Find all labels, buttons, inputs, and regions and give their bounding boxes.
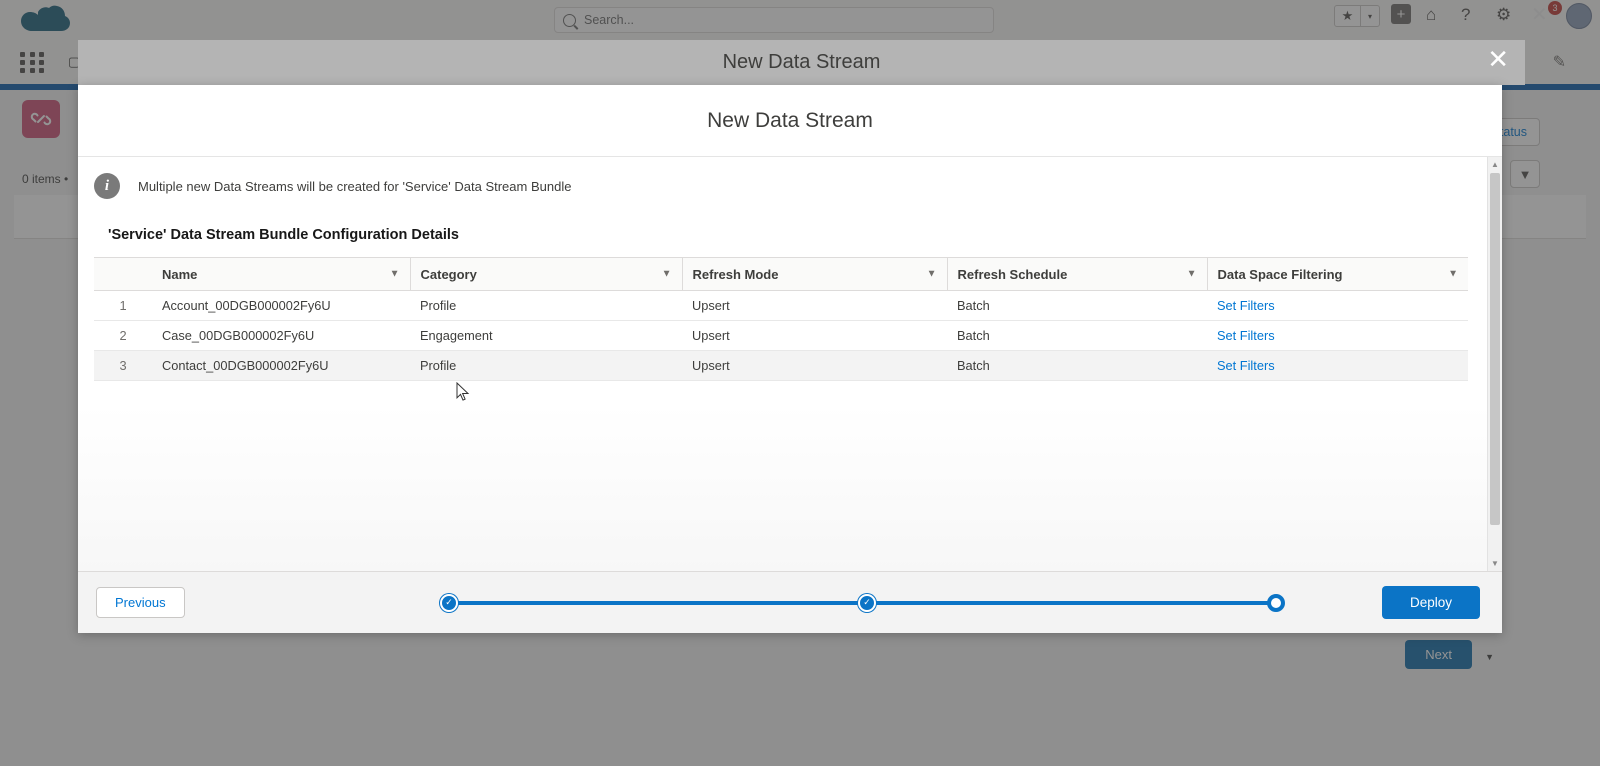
row-index: 3 bbox=[94, 350, 152, 381]
cell-refresh-schedule: Batch bbox=[947, 290, 1207, 321]
overlay-title: New Data Stream bbox=[722, 51, 881, 73]
close-icon[interactable]: ✕ bbox=[1487, 46, 1509, 72]
set-filters-link[interactable]: Set Filters bbox=[1217, 358, 1275, 373]
cell-refresh-mode: Upsert bbox=[682, 320, 947, 351]
info-banner: i Multiple new Data Streams will be crea… bbox=[94, 157, 1484, 205]
chevron-down-icon[interactable]: ▼ bbox=[390, 269, 400, 280]
column-header-name[interactable]: Name ▼ bbox=[152, 257, 411, 291]
row-index: 1 bbox=[94, 290, 152, 321]
chevron-down-icon[interactable]: ▼ bbox=[927, 269, 937, 280]
cell-refresh-mode: Upsert bbox=[682, 290, 947, 321]
progress-step-3[interactable] bbox=[1267, 593, 1285, 612]
cell-name: Contact_00DGB000002Fy6U bbox=[152, 350, 410, 381]
column-header-data-space-filtering[interactable]: Data Space Filtering ▼ bbox=[1207, 257, 1468, 291]
cell-refresh-mode: Upsert bbox=[682, 350, 947, 381]
table-row[interactable]: 2 Case_00DGB000002Fy6U Engagement Upsert… bbox=[94, 320, 1468, 351]
section-title: 'Service' Data Stream Bundle Configurati… bbox=[108, 227, 459, 243]
modal-header: New Data Stream bbox=[78, 85, 1502, 157]
info-message: Multiple new Data Streams will be create… bbox=[138, 178, 572, 194]
progress-step-1[interactable]: ✓ bbox=[440, 593, 458, 612]
mouse-cursor bbox=[456, 382, 470, 401]
chevron-down-icon[interactable]: ▼ bbox=[1448, 269, 1458, 280]
new-data-stream-modal: New Data Stream i Multiple new Data Stre… bbox=[78, 85, 1502, 633]
table-header-row: Name ▼ Category ▼ Refresh Mode ▼ Refresh… bbox=[94, 257, 1468, 291]
cell-name: Account_00DGB000002Fy6U bbox=[152, 290, 410, 321]
chevron-down-icon[interactable]: ▼ bbox=[662, 269, 672, 280]
column-header-refresh-schedule[interactable]: Refresh Schedule ▼ bbox=[947, 257, 1208, 291]
cell-data-space-filtering: Set Filters bbox=[1207, 290, 1468, 321]
deploy-button[interactable]: Deploy bbox=[1381, 586, 1480, 619]
chevron-down-icon[interactable]: ▼ bbox=[1187, 269, 1197, 280]
cell-category: Profile bbox=[410, 350, 682, 381]
scrollbar-thumb[interactable] bbox=[1490, 173, 1500, 525]
modal-scrollbar[interactable]: ▲ ▼ bbox=[1487, 157, 1502, 571]
cell-data-space-filtering: Set Filters bbox=[1207, 350, 1468, 381]
screen-root: Search... ★ ▾ + ⌂ ? ⚙ bbox=[0, 0, 1600, 766]
modal-overlay-titlebar: New Data Stream ✕ bbox=[78, 40, 1525, 85]
column-header-refresh-mode[interactable]: Refresh Mode ▼ bbox=[682, 257, 948, 291]
cell-refresh-schedule: Batch bbox=[947, 350, 1207, 381]
scroll-down-arrow-icon[interactable]: ▼ bbox=[1488, 556, 1502, 571]
config-table-wrapper: Name ▼ Category ▼ Refresh Mode ▼ Refresh… bbox=[94, 257, 1484, 381]
table-row[interactable]: 3 Contact_00DGB000002Fy6U Profile Upsert… bbox=[94, 350, 1468, 381]
modal-body: i Multiple new Data Streams will be crea… bbox=[78, 157, 1502, 571]
cell-name: Case_00DGB000002Fy6U bbox=[152, 320, 410, 351]
wizard-progress-indicator: ✓ ✓ bbox=[440, 593, 1285, 613]
progress-step-2[interactable]: ✓ bbox=[858, 593, 876, 612]
set-filters-link[interactable]: Set Filters bbox=[1217, 298, 1275, 313]
table-row[interactable]: 1 Account_00DGB000002Fy6U Profile Upsert… bbox=[94, 290, 1468, 321]
row-index: 2 bbox=[94, 320, 152, 351]
cell-category: Profile bbox=[410, 290, 682, 321]
modal-footer: Previous ✓ ✓ Deploy bbox=[78, 571, 1502, 633]
cell-data-space-filtering: Set Filters bbox=[1207, 320, 1468, 351]
column-header-index bbox=[94, 257, 152, 291]
previous-button[interactable]: Previous bbox=[96, 587, 185, 618]
cell-category: Engagement bbox=[410, 320, 682, 351]
config-table: Name ▼ Category ▼ Refresh Mode ▼ Refresh… bbox=[94, 257, 1468, 381]
scroll-up-arrow-icon[interactable]: ▲ bbox=[1488, 157, 1502, 172]
info-icon: i bbox=[94, 173, 120, 199]
column-header-category[interactable]: Category ▼ bbox=[410, 257, 683, 291]
modal-title: New Data Stream bbox=[707, 108, 873, 132]
set-filters-link[interactable]: Set Filters bbox=[1217, 328, 1275, 343]
table-body: 1 Account_00DGB000002Fy6U Profile Upsert… bbox=[94, 290, 1468, 381]
cell-refresh-schedule: Batch bbox=[947, 320, 1207, 351]
